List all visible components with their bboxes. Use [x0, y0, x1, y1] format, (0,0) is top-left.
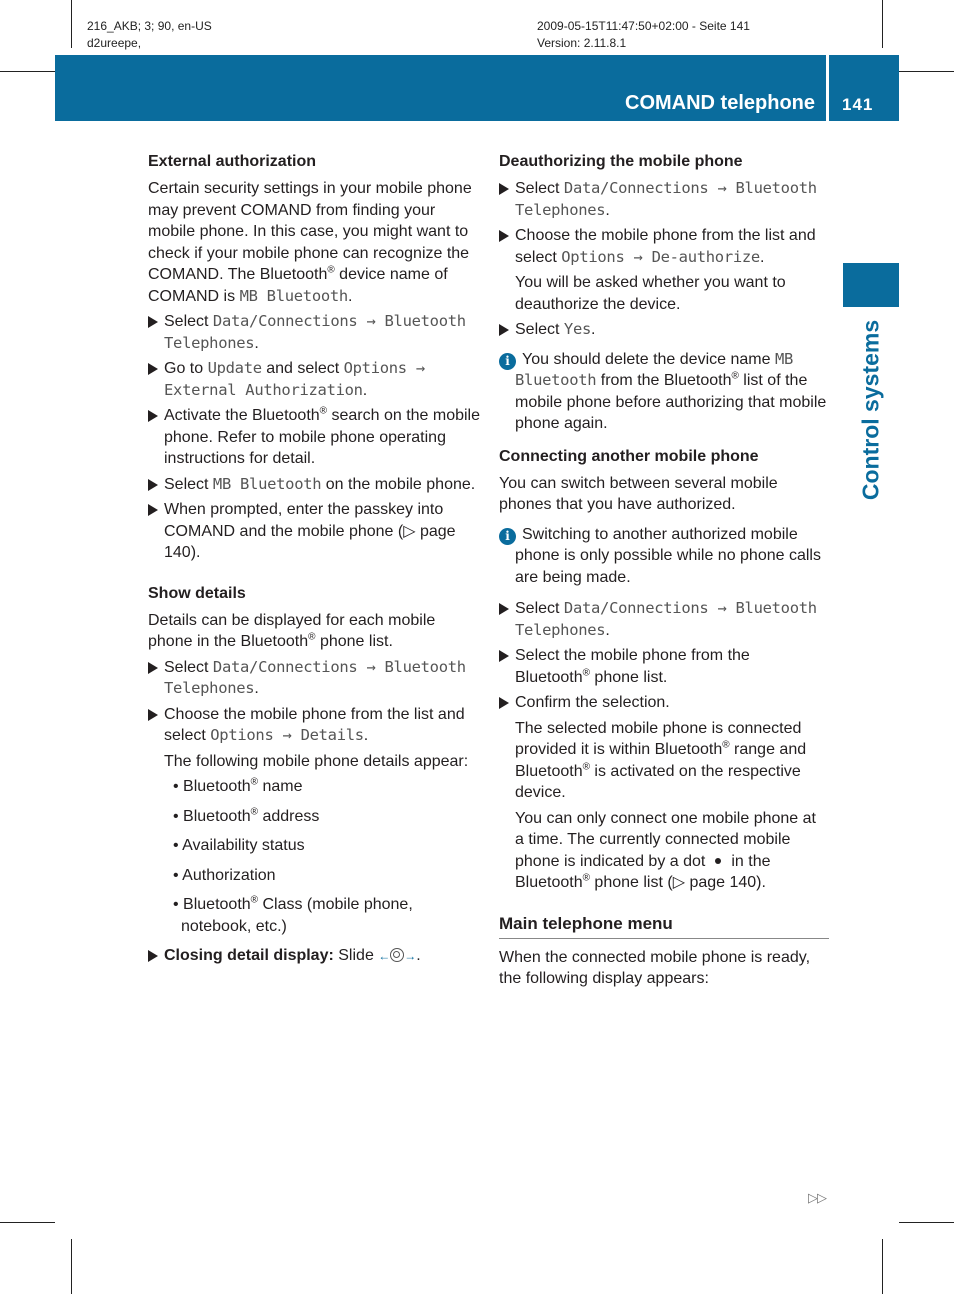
step-arrow-icon: [148, 661, 158, 674]
step-arrow-icon: [499, 230, 509, 242]
step-arrow-icon: [499, 183, 509, 195]
info-icon: i: [499, 352, 516, 370]
step-arrow-icon: [148, 316, 158, 328]
step-result: The following mobile phone details appea…: [164, 752, 469, 770]
instruction-step: Activate the Bluetooth® search on the mo…: [148, 405, 480, 470]
instruction-step: Select Data/Connections → Bluetooth Tele…: [499, 598, 829, 641]
list-item: • Authorization: [173, 866, 276, 884]
instruction-step: Choose the mobile phone from the list an…: [148, 704, 480, 747]
instruction-step: Select Yes.: [499, 319, 829, 341]
step-arrow-icon: [148, 504, 158, 516]
step-arrow-icon: [499, 697, 509, 709]
instruction-step: Select Data/Connections → Bluetooth Tele…: [148, 311, 480, 354]
instruction-step: Select MB Bluetooth on the mobile phone.: [148, 474, 480, 496]
info-note: i You should delete the device name MB Bl…: [499, 349, 829, 435]
list-item: • Availability status: [173, 837, 305, 854]
paragraph: You can switch between several mobile ph…: [499, 474, 778, 514]
instruction-step: Select Data/Connections → Bluetooth Tele…: [148, 657, 480, 700]
connect-another-phone-section: Connecting another mobile phone You can …: [499, 445, 829, 894]
list-item: • Bluetooth® address: [173, 806, 320, 825]
continued-marker-icon: ▷▷: [808, 1190, 827, 1205]
external-authorization-section: External authorization Certain security …: [148, 150, 480, 564]
main-telephone-menu-section: Main telephone menu When the connected m…: [499, 912, 829, 990]
print-meta-left: 216_AKB; 3; 90, en-US d2ureepe,: [87, 18, 212, 52]
step-result: The selected mobile phone is connected p…: [515, 719, 807, 802]
chapter-tab-label: Control systems: [857, 319, 884, 501]
meta-right-line2: Version: 2.11.8.1: [537, 36, 627, 50]
instruction-step: Closing detail display: Slide ← →.: [148, 945, 480, 968]
step-arrow-icon: [148, 363, 158, 375]
crop-mark-bottom-left-h: [0, 1222, 55, 1223]
meta-left-line1: 216_AKB; 3; 90, en-US: [87, 19, 212, 33]
instruction-step: Confirm the selection.: [499, 692, 829, 714]
crop-mark-top-left-v: [71, 0, 72, 48]
step-arrow-icon: [148, 410, 158, 422]
paragraph: When the connected mobile phone is ready…: [499, 948, 811, 988]
section-heading: Connecting another mobile phone: [499, 447, 759, 465]
info-note: i Switching to another authorized mobile …: [499, 524, 829, 589]
section-title: COMAND telephone: [625, 92, 815, 114]
instruction-step: Go to Update and select Options → Extern…: [148, 358, 480, 401]
step-arrow-icon: [499, 650, 509, 662]
menu-path: Options → Details: [210, 726, 364, 744]
list-item: • Bluetooth® name: [173, 776, 303, 795]
step-arrow-icon: [148, 708, 158, 721]
right-column: Deauthorizing the mobile phone Select Da…: [499, 150, 829, 994]
step-result: You can only connect one mobile phone at…: [515, 809, 816, 892]
section-heading: Show details: [148, 584, 246, 602]
crop-mark-top-right-v: [882, 0, 883, 48]
banner-divider: [826, 55, 829, 121]
print-meta-right: 2009-05-15T11:47:50+02:00 - Seite 141 Ve…: [537, 18, 750, 52]
list-item: • Bluetooth® Class (mobile phone, notebo…: [173, 894, 413, 935]
section-heading: Main telephone menu: [499, 912, 829, 939]
slide-left-arrow-icon: ←: [378, 949, 391, 963]
step-result: You will be asked whether you want to de…: [515, 274, 786, 313]
menu-path: Options → De-authorize: [561, 247, 760, 266]
crop-mark-bottom-left-v: [71, 1239, 72, 1294]
info-icon: i: [499, 527, 516, 545]
chapter-tab-marker: [843, 263, 899, 307]
step-arrow-icon: [499, 324, 509, 336]
page-number: 141: [842, 95, 874, 114]
crop-mark-bottom-right-v: [882, 1239, 883, 1294]
page-reference: When prompted, enter the passkey into CO…: [164, 501, 456, 561]
section-heading: External authorization: [148, 153, 317, 170]
connected-dot-icon: [715, 857, 722, 864]
details-list: • Bluetooth® name • Bluetooth® address •…: [148, 776, 480, 937]
section-heading: Deauthorizing the mobile phone: [499, 153, 743, 170]
crop-mark-bottom-right-h: [899, 1222, 954, 1223]
step-arrow-icon: [148, 950, 158, 962]
section-header-banner: COMAND telephone 141: [55, 55, 899, 121]
paragraph: Certain security settings in your mobile…: [148, 180, 472, 305]
meta-right-line1: 2009-05-15T11:47:50+02:00 - Seite 141: [537, 19, 750, 33]
meta-left-line2: d2ureepe,: [87, 36, 142, 50]
instruction-step: Choose the mobile phone from the list an…: [499, 225, 829, 268]
slide-right-arrow-icon: →: [404, 949, 417, 963]
step-arrow-icon: [499, 603, 509, 615]
step-arrow-icon: [148, 478, 158, 491]
crop-mark-top-left-h: [0, 71, 55, 72]
paragraph: Details can be displayed for each mobile…: [148, 611, 436, 651]
left-column: External authorization Certain security …: [148, 150, 480, 972]
crop-mark-top-right-h: [899, 71, 954, 72]
controller-knob-icon: [390, 948, 405, 962]
show-details-section: Show details Details can be displayed fo…: [148, 582, 480, 968]
instruction-step: When prompted, enter the passkey into CO…: [148, 499, 480, 564]
instruction-step: Select the mobile phone from the Bluetoo…: [499, 645, 829, 688]
deauthorize-section: Deauthorizing the mobile phone Select Da…: [499, 150, 829, 435]
instruction-step: Select Data/Connections → Bluetooth Tele…: [499, 178, 829, 221]
